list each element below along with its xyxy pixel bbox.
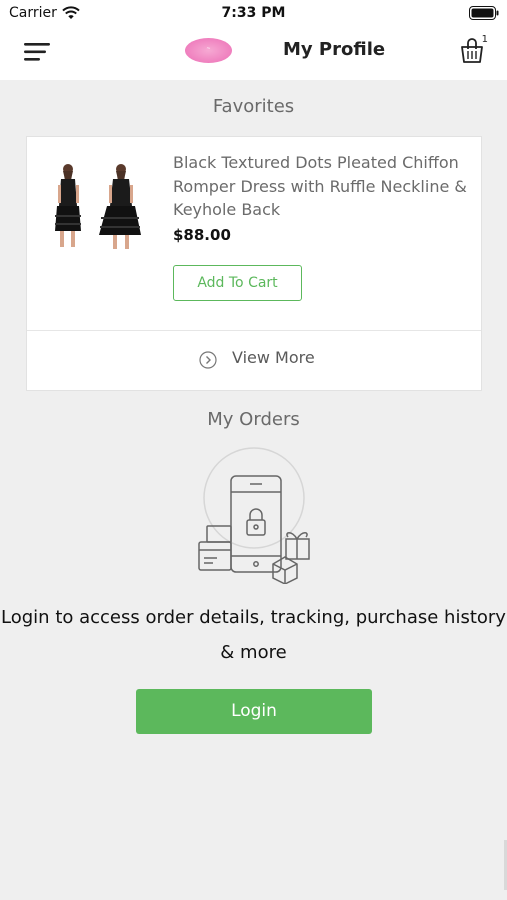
add-to-cart-button[interactable]: Add To Cart <box>173 265 302 301</box>
product-name[interactable]: Black Textured Dots Pleated Chiffon Romp… <box>173 151 473 222</box>
menu-icon[interactable] <box>24 41 52 63</box>
view-more-button[interactable]: View More <box>27 331 481 390</box>
brand-logo[interactable]: ~ <box>185 38 232 63</box>
page-title: My Profile <box>283 39 386 60</box>
cart-badge: 1 <box>481 34 488 45</box>
product-image[interactable] <box>49 161 149 256</box>
brand-logo-text: ~ <box>206 46 211 52</box>
app-header: ~ My Profile 1 <box>0 28 507 80</box>
orders-title: My Orders <box>207 409 300 430</box>
view-more-label: View More <box>232 348 315 367</box>
status-bar: Carrier 7:33 PM <box>0 0 507 28</box>
chevron-right-circle-icon <box>199 351 217 369</box>
cart-icon[interactable] <box>460 38 484 64</box>
status-time: 7:33 PM <box>221 5 286 21</box>
login-message: Login to access order details, tracking,… <box>1 607 506 663</box>
login-button[interactable]: Login <box>136 689 372 734</box>
product-price: $88.00 <box>173 226 231 244</box>
battery-icon <box>469 6 499 20</box>
phone-lock-illustration <box>198 447 310 584</box>
favorites-title: Favorites <box>212 96 295 117</box>
favorite-product-card: Black Textured Dots Pleated Chiffon Romp… <box>26 136 482 391</box>
